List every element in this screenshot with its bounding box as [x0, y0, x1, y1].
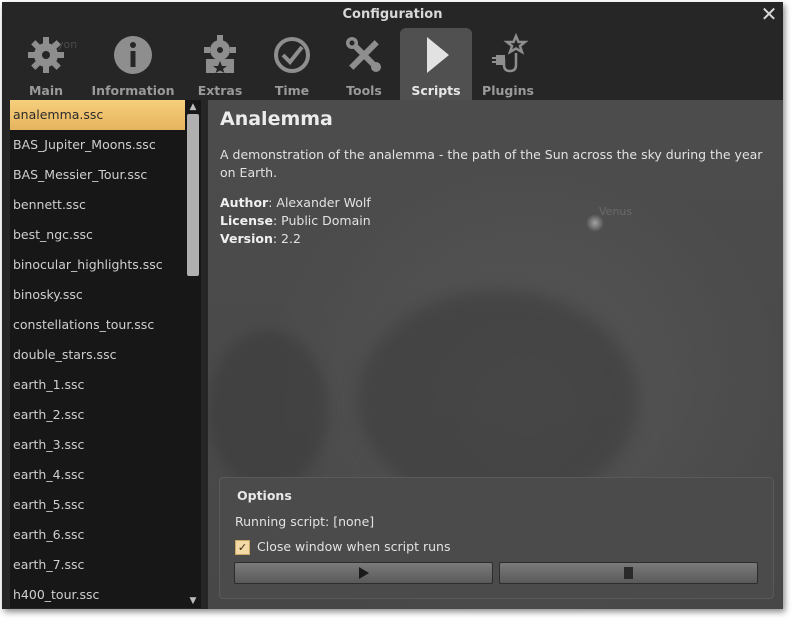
list-scrollbar[interactable]: ▲ ▼	[185, 100, 201, 608]
info-icon	[114, 36, 152, 74]
tab-tools[interactable]: Tools	[336, 28, 392, 100]
list-item[interactable]: BAS_Jupiter_Moons.ssc	[10, 130, 185, 160]
script-title: Analemma	[220, 108, 333, 130]
script-author: Author: Alexander Wolf	[220, 195, 620, 210]
tab-main[interactable]: Main	[13, 28, 79, 100]
tab-extras[interactable]: Extras	[192, 28, 248, 100]
tab-information[interactable]: Information	[90, 28, 176, 100]
list-item[interactable]: h400_tour.ssc	[10, 580, 185, 608]
list-item[interactable]: earth_2.ssc	[10, 400, 185, 430]
license-label: License	[220, 213, 273, 228]
close-window-label[interactable]: Close window when script runs	[257, 539, 450, 554]
play-icon	[427, 37, 449, 73]
tab-bar: cyon Main Information Extras Time Tools …	[2, 28, 783, 100]
script-details: Venus Analemma A demonstration of the an…	[208, 100, 783, 609]
tab-time-label: Time	[274, 83, 310, 98]
configuration-window: Configuration ✕ cyon Main Information Ex…	[2, 2, 783, 609]
tab-main-label: Main	[28, 83, 64, 98]
background-tree	[208, 330, 328, 490]
scroll-down-arrow-icon[interactable]: ▼	[185, 594, 201, 608]
list-item[interactable]: earth_6.ssc	[10, 520, 185, 550]
list-item[interactable]: constellations_tour.ssc	[10, 310, 185, 340]
close-icon[interactable]: ✕	[759, 4, 779, 24]
window-title: Configuration	[342, 7, 443, 22]
clock-icon	[274, 37, 310, 73]
list-item[interactable]: double_stars.ssc	[10, 340, 185, 370]
tab-plugins-label: Plugins	[482, 83, 534, 98]
script-version: Version: 2.2	[220, 231, 620, 246]
license-value: : Public Domain	[272, 213, 371, 228]
list-item[interactable]: bennett.ssc	[10, 190, 185, 220]
tab-information-label: Information	[91, 83, 175, 98]
stop-icon	[624, 567, 633, 579]
tab-plugins[interactable]: Plugins	[480, 28, 536, 100]
list-item[interactable]: earth_7.ssc	[10, 550, 185, 580]
script-list: analemma.ssc BAS_Jupiter_Moons.ssc BAS_M…	[10, 100, 185, 608]
list-item[interactable]: earth_3.ssc	[10, 430, 185, 460]
tab-extras-label: Extras	[197, 83, 243, 98]
list-item[interactable]: earth_1.ssc	[10, 370, 185, 400]
author-value: : Alexander Wolf	[268, 195, 371, 210]
tab-scripts[interactable]: Scripts	[400, 28, 472, 100]
list-item[interactable]: analemma.ssc	[10, 100, 185, 130]
tab-scripts-label: Scripts	[411, 83, 461, 98]
gear-icon	[28, 37, 64, 73]
list-item[interactable]: binocular_highlights.ssc	[10, 250, 185, 280]
extras-icon	[204, 35, 236, 73]
script-license: License: Public Domain	[220, 213, 620, 228]
run-script-button[interactable]	[234, 562, 493, 584]
running-script-status: Running script: [none]	[235, 514, 375, 529]
close-window-checkbox[interactable]: ✓	[235, 540, 250, 555]
scroll-thumb[interactable]	[187, 114, 199, 276]
tab-time[interactable]: Time	[264, 28, 320, 100]
options-title: Options	[237, 488, 292, 503]
list-item[interactable]: BAS_Messier_Tour.ssc	[10, 160, 185, 190]
play-icon	[359, 567, 369, 579]
options-panel: Options Running script: [none] ✓ Close w…	[219, 477, 774, 599]
tab-tools-label: Tools	[346, 83, 382, 98]
stop-script-button[interactable]	[499, 562, 758, 584]
plugin-icon	[492, 33, 529, 73]
list-item[interactable]: earth_4.ssc	[10, 460, 185, 490]
list-item[interactable]: binosky.ssc	[10, 280, 185, 310]
list-item[interactable]: earth_5.ssc	[10, 490, 185, 520]
script-description: A demonstration of the analemma - the pa…	[220, 147, 763, 180]
version-label: Version	[220, 231, 273, 246]
version-value: : 2.2	[272, 231, 301, 246]
list-item[interactable]: best_ngc.ssc	[10, 220, 185, 250]
scroll-up-arrow-icon[interactable]: ▲	[185, 100, 201, 114]
author-label: Author	[220, 195, 269, 210]
tools-icon	[346, 37, 381, 72]
